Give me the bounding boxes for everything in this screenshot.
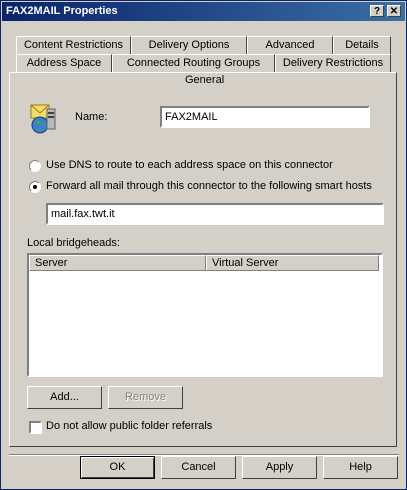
title-bar: FAX2MAIL Properties ? ✕ [2,2,405,21]
tab-delivery-options[interactable]: Delivery Options [131,36,247,54]
tab-connected-routing-groups[interactable]: Connected Routing Groups [112,54,275,72]
bridgeheads-label: Local bridgeheads: [27,237,120,249]
tab-advanced[interactable]: Advanced [247,36,333,54]
help-icon[interactable]: ? [370,5,384,17]
general-tab-panel: General Name: FAX2MAIL Use DNS to route … [9,72,397,447]
properties-dialog: FAX2MAIL Properties ? ✕ Content Restrict… [0,0,407,490]
tab-delivery-restrictions[interactable]: Delivery Restrictions [275,54,391,72]
dns-radio-label[interactable]: Use DNS to route to each address space o… [46,159,333,171]
remove-button[interactable]: Remove [108,386,183,409]
close-icon[interactable]: ✕ [387,5,401,17]
ok-button[interactable]: OK [80,456,155,479]
tab-details[interactable]: Details [333,36,391,54]
help-button[interactable]: Help [323,456,398,479]
tab-content-restrictions[interactable]: Content Restrictions [16,36,131,54]
name-label: Name: [75,111,108,123]
forward-radio-label[interactable]: Forward all mail through this connector … [46,180,372,192]
window-title: FAX2MAIL Properties [6,5,118,17]
smart-host-field[interactable]: mail.fax.twt.it [46,203,384,225]
column-header-server[interactable]: Server [29,255,206,271]
column-header-virtual-server[interactable]: Virtual Server [206,255,379,271]
public-folder-checkbox[interactable] [29,421,42,434]
bridgeheads-list[interactable]: Server Virtual Server [27,253,383,377]
name-field[interactable]: FAX2MAIL [160,106,370,128]
dns-radio[interactable] [29,160,41,172]
tab-general[interactable]: General [185,74,224,86]
cancel-button[interactable]: Cancel [161,456,236,479]
tab-address-space[interactable]: Address Space [16,54,112,72]
public-folder-label[interactable]: Do not allow public folder referrals [46,420,212,432]
connector-mail-globe-icon [30,104,56,134]
apply-button[interactable]: Apply [242,456,317,479]
forward-radio[interactable] [29,181,41,193]
add-button[interactable]: Add... [27,386,102,409]
